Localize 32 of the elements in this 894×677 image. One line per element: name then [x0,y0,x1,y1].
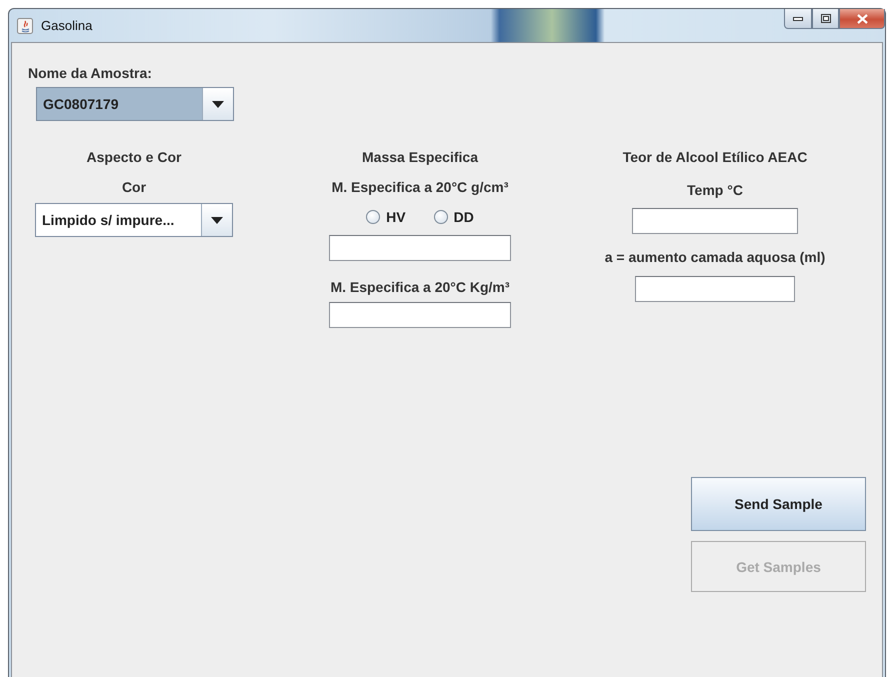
maximize-button[interactable] [812,9,839,29]
maximize-icon [820,14,830,23]
radio-button[interactable] [366,210,380,224]
text-field[interactable] [635,276,795,302]
field-label: M. Especifica a 20°C Kg/m³ [330,278,510,297]
section-heading: Teor de Alcool Etílico AEAC [622,148,808,167]
dropdown-value: GC0807179 [37,88,202,120]
radio-button[interactable] [434,210,448,224]
window-title: Gasolina [41,18,92,33]
field-label: M. Especifica a 20°C g/cm³ [332,178,508,197]
app-icon [17,18,33,34]
caret-icon [212,100,224,108]
caret-icon [211,216,223,224]
section-heading: Massa Especifica [362,148,478,167]
text-field[interactable] [632,208,798,234]
radio-label: HV [386,209,406,225]
minimize-icon [793,16,803,20]
text-field[interactable] [329,235,511,261]
radio-label: DD [454,209,474,225]
dropdown[interactable]: GC0807179 [36,87,234,121]
minimize-button[interactable] [784,9,812,29]
close-button[interactable] [839,9,885,29]
action-button[interactable]: Send Sample [691,477,866,531]
field-label: Cor [122,178,146,197]
field-label: a = aumento camada aquosa (ml) [604,248,826,267]
close-icon [856,14,868,24]
field-label: Temp °C [687,181,743,200]
dropdown-value: Limpido s/ impure... [41,211,176,230]
dropdown[interactable]: Limpido s/ impure... [35,203,233,237]
text-field[interactable] [329,302,511,328]
field-label: Nome da Amostra: [28,65,152,81]
section-heading: Aspecto e Cor [86,148,182,167]
